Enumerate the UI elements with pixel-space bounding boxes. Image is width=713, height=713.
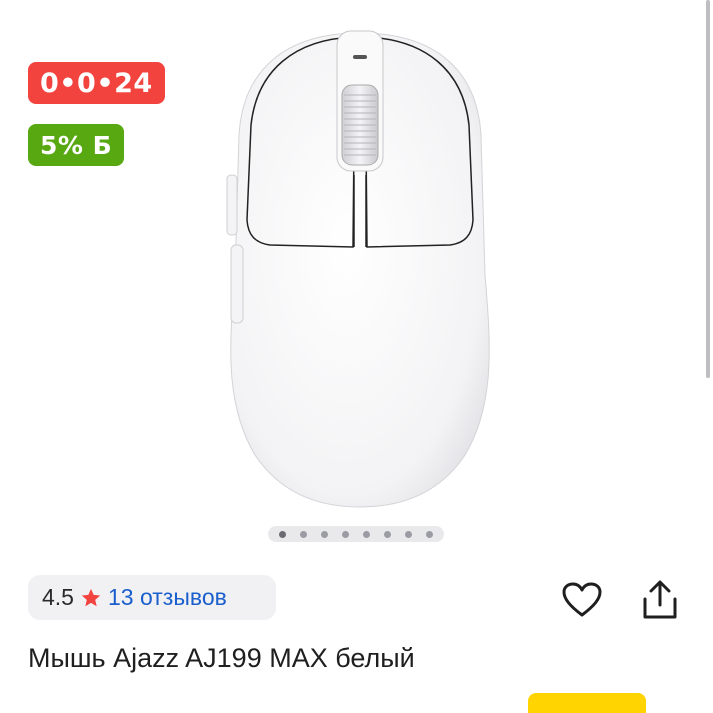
carousel-dot[interactable] <box>363 530 370 538</box>
favorite-button[interactable] <box>560 578 604 622</box>
share-button[interactable] <box>638 578 682 622</box>
reviews-link[interactable]: 13 отзывов <box>108 584 227 611</box>
buy-button-peek[interactable] <box>528 693 646 713</box>
carousel-dot[interactable] <box>426 530 433 538</box>
product-image[interactable] <box>225 25 495 515</box>
heart-icon <box>562 582 602 617</box>
carousel-dot[interactable] <box>321 530 328 538</box>
timer-badge: 0•0•24 <box>28 62 165 104</box>
carousel-dot[interactable] <box>384 530 391 538</box>
carousel-dot[interactable] <box>279 530 286 538</box>
carousel-dot[interactable] <box>405 530 412 538</box>
carousel-dot[interactable] <box>342 530 349 538</box>
carousel-dot[interactable] <box>300 530 307 538</box>
cashback-badge: 5% Б <box>28 124 125 166</box>
product-title: Мышь Ajazz AJ199 MAX белый <box>28 643 415 673</box>
scrollbar[interactable] <box>706 0 710 378</box>
rating-value: 4.5 <box>42 584 74 610</box>
rating-chip[interactable]: 4.5 13 отзывов <box>28 575 276 620</box>
star-icon <box>80 587 102 609</box>
share-icon <box>643 580 677 619</box>
image-carousel-indicator[interactable] <box>268 526 444 542</box>
